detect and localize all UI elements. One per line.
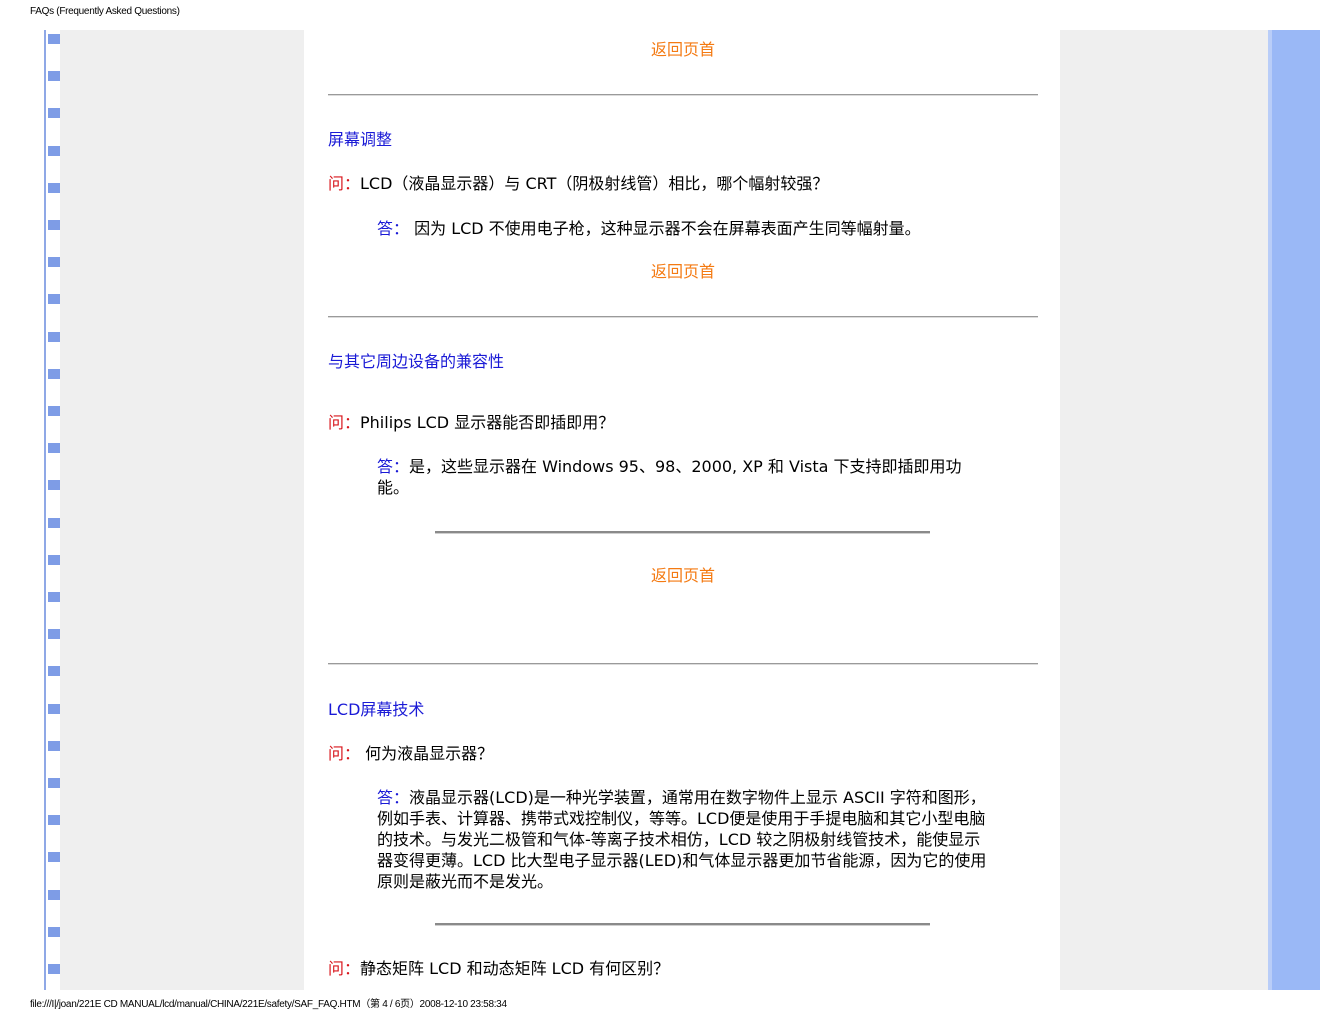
answer-text: 液晶显示器(LCD)是一种光学装置，通常用在数字物件上显示 ASCII 字符和图… <box>377 788 987 891</box>
page-footer: file:///I|/joan/221E CD MANUAL/lcd/manua… <box>30 999 507 1010</box>
question-text: 何为液晶显示器？ <box>360 744 494 763</box>
question-row: 问：静态矩阵 LCD 和动态矩阵 LCD 有何区别？ <box>328 958 669 979</box>
section-divider <box>328 94 1038 96</box>
answer-row: 答：液晶显示器(LCD)是一种光学装置，通常用在数字物件上显示 ASCII 字符… <box>377 787 987 892</box>
question-text: Philips LCD 显示器能否即插即用？ <box>360 413 615 432</box>
question-row: 问：Philips LCD 显示器能否即插即用？ <box>328 412 614 433</box>
answer-row: 答：是，这些显示器在 Windows 95、98、2000, XP 和 Vist… <box>377 456 985 498</box>
answer-label: 答： <box>377 788 410 807</box>
question-text: LCD（液晶显示器）与 CRT（阴极射线管）相比，哪个幅射较强？ <box>360 174 829 193</box>
left-decorative-strip <box>44 30 61 990</box>
answer-divider <box>435 531 930 534</box>
answer-text: 是，这些显示器在 Windows 95、98、2000, XP 和 Vista … <box>377 457 962 497</box>
section-title-lcd-technology: LCD屏幕技术 <box>328 700 425 719</box>
question-label: 问： <box>328 959 361 978</box>
question-row: 问：LCD（液晶显示器）与 CRT（阴极射线管）相比，哪个幅射较强？ <box>328 173 828 194</box>
question-label: 问： <box>328 413 361 432</box>
section-title-screen-adjustment: 屏幕调整 <box>328 130 393 149</box>
left-margin <box>60 30 304 990</box>
right-decorative-band <box>1268 30 1320 990</box>
question-label: 问： <box>328 744 361 763</box>
section-title-compatibility: 与其它周边设备的兼容性 <box>328 352 505 371</box>
answer-label: 答： <box>377 457 410 476</box>
answer-text: 因为 LCD 不使用电子枪，这种显示器不会在屏幕表面产生同等幅射量。 <box>409 219 921 238</box>
right-gutter <box>1042 30 1060 990</box>
back-to-top-link[interactable]: 返回页首 <box>651 565 715 586</box>
question-row: 问： 何为液晶显示器？ <box>328 743 493 764</box>
section-divider <box>328 663 1038 665</box>
question-text: 静态矩阵 LCD 和动态矩阵 LCD 有何区别？ <box>360 959 670 978</box>
back-to-top-link[interactable]: 返回页首 <box>651 39 715 60</box>
document-frame: 返回页首 屏幕调整 问：LCD（液晶显示器）与 CRT（阴极射线管）相比，哪个幅… <box>44 30 1320 990</box>
answer-divider <box>435 923 930 926</box>
back-to-top-link[interactable]: 返回页首 <box>651 261 715 282</box>
answer-row: 答： 因为 LCD 不使用电子枪，这种显示器不会在屏幕表面产生同等幅射量。 <box>377 218 921 239</box>
question-label: 问： <box>328 174 361 193</box>
right-band-edge <box>1268 30 1272 990</box>
section-divider <box>328 316 1038 318</box>
page-header: FAQs (Frequently Asked Questions) <box>30 6 180 17</box>
right-margin <box>1060 30 1268 990</box>
answer-label: 答： <box>377 219 410 238</box>
